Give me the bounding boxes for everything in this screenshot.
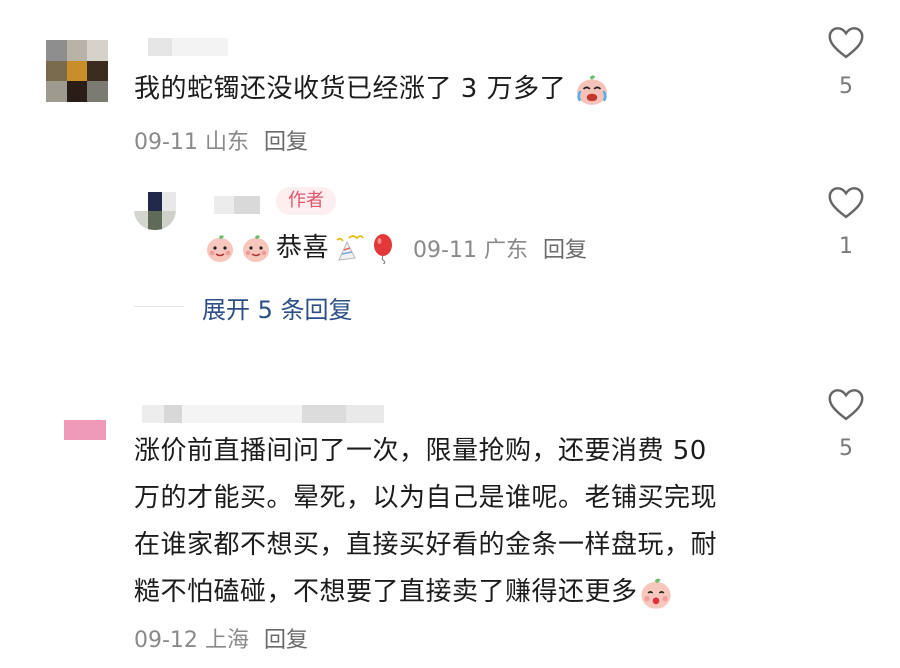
comment-date: 09-11 (134, 130, 198, 155)
avatar[interactable] (134, 192, 176, 230)
comment-text-line: 涨价前直播间问了一次，限量抢购，还要消费 50 (134, 436, 707, 466)
username-blurred[interactable] (142, 405, 384, 423)
reply-button[interactable]: 回复 (264, 628, 308, 653)
reply-content: 恭喜 09-11 广东 回复 (204, 226, 587, 270)
username-blurred[interactable] (214, 196, 260, 214)
blush-peach-emoji (640, 578, 671, 609)
like-count: 1 (839, 234, 853, 259)
like-button[interactable]: 5 (826, 388, 866, 461)
heart-outline-icon[interactable] (827, 388, 865, 422)
comment-location: 山东 (204, 130, 249, 155)
like-count: 5 (839, 74, 853, 99)
comment-meta: 09-12 上海 回复 (134, 622, 308, 654)
reply-button[interactable]: 回复 (543, 238, 587, 263)
author-badge: 作者 (276, 187, 336, 215)
comment-text-line: 万的才能买。晕死，以为自己是谁呢。老铺买完现 (134, 483, 718, 513)
heart-outline-icon[interactable] (827, 26, 865, 60)
comment-location: 上海 (204, 628, 249, 653)
balloon-emoji (374, 234, 393, 264)
reply-text: 恭喜 (276, 232, 330, 263)
peach-face-emoji (243, 235, 269, 262)
like-button[interactable]: 1 (826, 186, 866, 259)
comment-location: 广东 (483, 238, 528, 263)
like-button[interactable]: 5 (826, 26, 866, 99)
avatar[interactable] (46, 40, 108, 102)
avatar[interactable] (64, 420, 106, 440)
party-popper-emoji (336, 235, 364, 261)
expand-replies-link[interactable]: 展开 5 条回复 (202, 290, 353, 325)
username-blurred[interactable] (148, 38, 228, 56)
comment-text-line: 糙不怕磕碰，不想要了直接卖了赚得还更多 (134, 577, 638, 607)
expand-divider (134, 306, 184, 307)
crying-laugh-emoji (576, 74, 607, 105)
comment-date: 09-11 (413, 238, 477, 263)
comment-meta: 09-11 山东 回复 (134, 124, 308, 156)
like-count: 5 (839, 436, 853, 461)
heart-outline-icon[interactable] (827, 186, 865, 220)
peach-face-emoji (207, 235, 233, 262)
comment-date: 09-12 (134, 628, 198, 653)
comment-text: 我的蛇镯还没收货已经涨了 3 万多了 (134, 66, 609, 113)
reply-button[interactable]: 回复 (264, 130, 308, 155)
comment-text: 涨价前直播间问了一次，限量抢购，还要消费 50 万的才能买。晕死，以为自己是谁呢… (134, 428, 717, 616)
comment-text-line: 在谁家都不想买，直接买好看的金条一样盘玩，耐 (134, 530, 718, 560)
